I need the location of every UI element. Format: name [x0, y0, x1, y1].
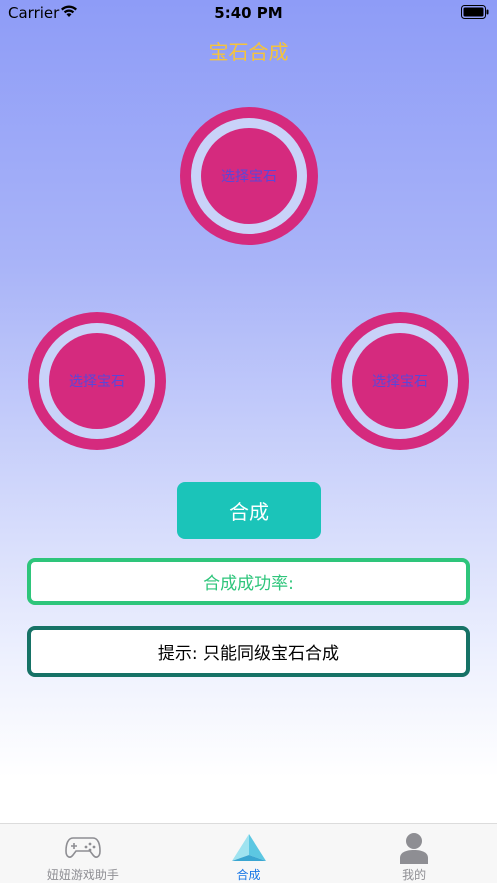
gamepad-icon	[65, 832, 101, 864]
gem-slot-right[interactable]: 选择宝石	[331, 312, 469, 450]
hint-label: 提示: 只能同级宝石合成	[157, 644, 340, 664]
success-rate-label: 合成成功率:	[203, 574, 294, 594]
gem-ring: 选择宝石	[191, 118, 307, 234]
tab-combine[interactable]: 合成	[166, 824, 332, 883]
combine-button[interactable]: 合成	[177, 482, 321, 539]
person-icon	[396, 832, 432, 864]
tab-label: 我的	[402, 868, 427, 882]
tab-mine[interactable]: 我的	[331, 824, 497, 883]
hint-box: 提示: 只能同级宝石合成	[27, 626, 470, 677]
battery-icon	[461, 5, 489, 19]
tab-label: 合成	[236, 868, 261, 882]
tab-label: 妞妞游戏助手	[46, 868, 119, 882]
pyramid-icon	[231, 832, 267, 864]
success-rate-box: 合成成功率:	[27, 558, 470, 605]
gem-ring: 选择宝石	[39, 323, 155, 439]
tab-bar: 妞妞游戏助手 合成 我的	[0, 823, 497, 883]
gem-slot-left[interactable]: 选择宝石	[28, 312, 166, 450]
status-bar: Carrier 5:40 PM	[0, 0, 497, 26]
tab-game-assistant[interactable]: 妞妞游戏助手	[0, 824, 166, 883]
gem-ring: 选择宝石	[342, 323, 458, 439]
status-time: 5:40 PM	[214, 4, 283, 22]
gem-select-label: 选择宝石	[49, 333, 145, 429]
gem-select-label: 选择宝石	[352, 333, 448, 429]
page-title: 宝石合成	[208, 40, 289, 64]
gem-select-label: 选择宝石	[201, 128, 297, 224]
gem-slot-top[interactable]: 选择宝石	[180, 107, 318, 245]
